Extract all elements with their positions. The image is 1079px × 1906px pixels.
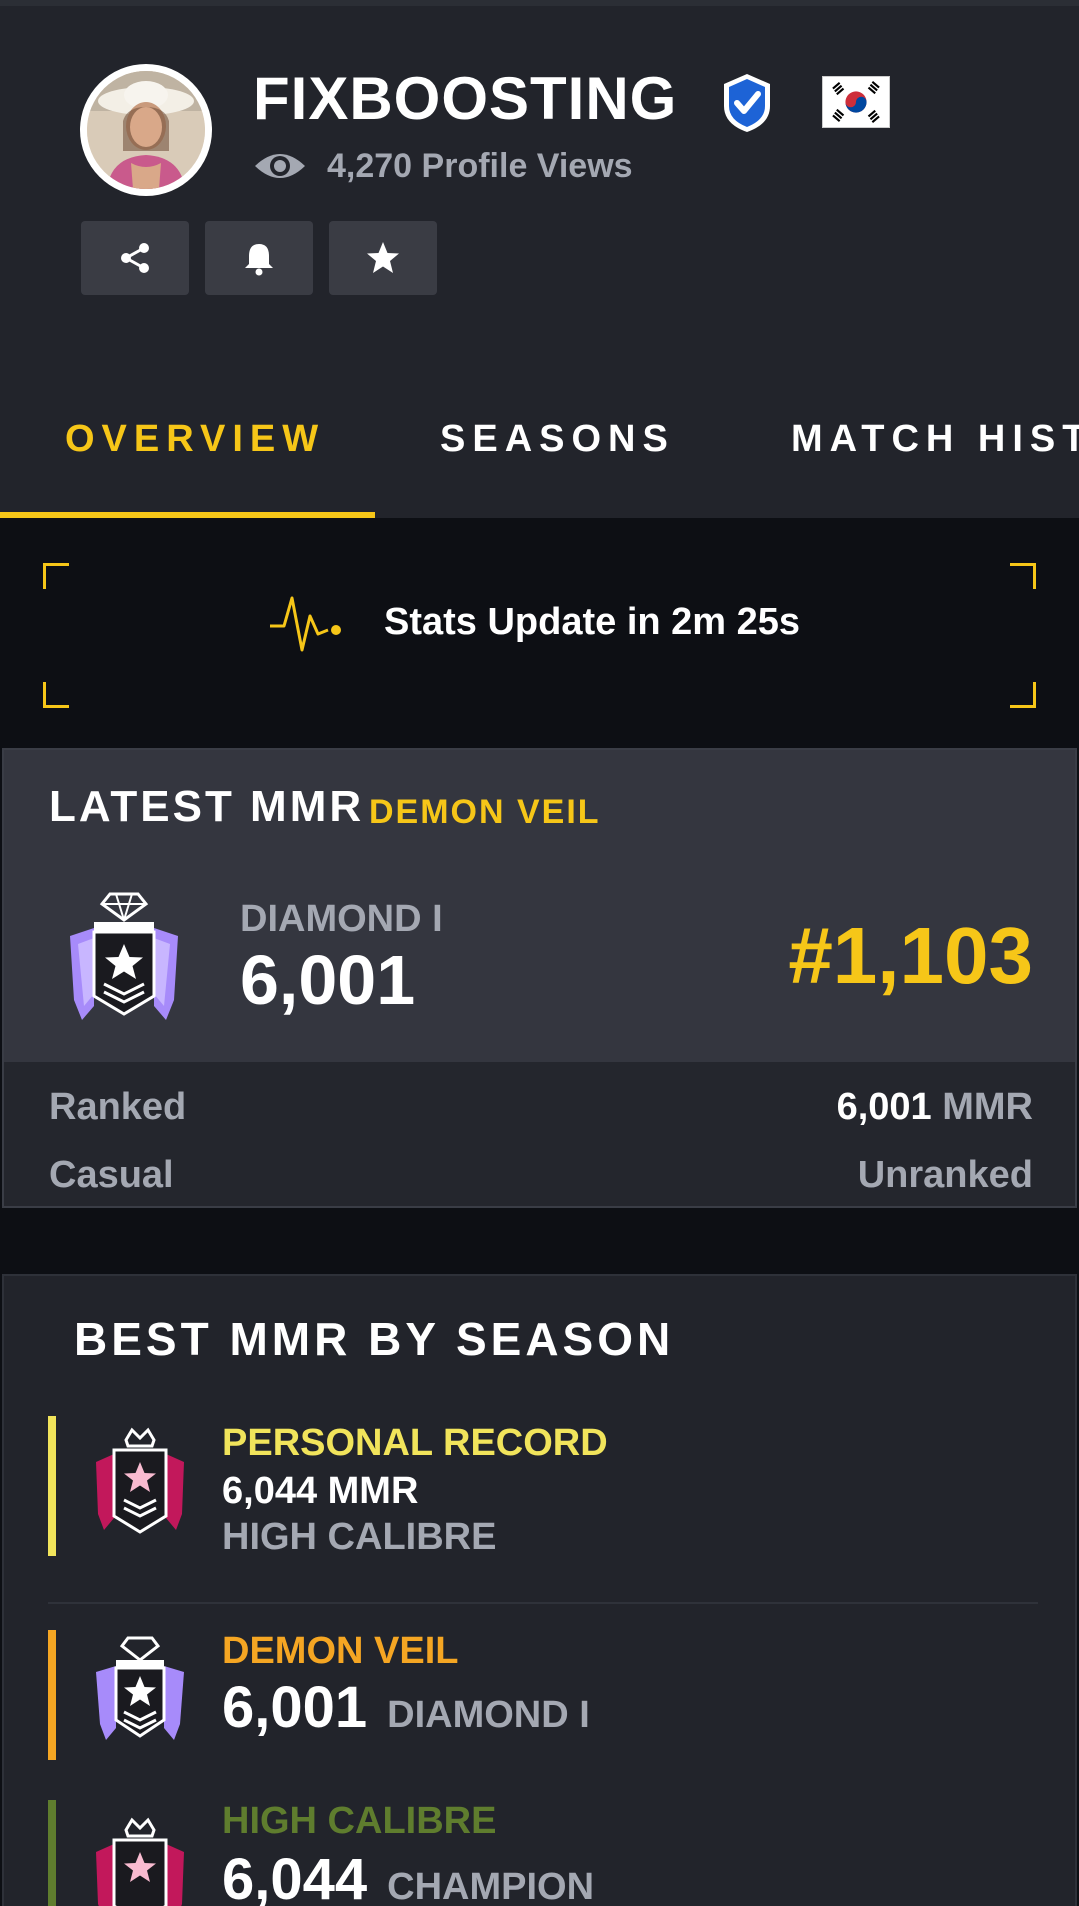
bell-icon — [245, 244, 273, 276]
stats-update-banner: Stats Update in 2m 25s — [0, 518, 1079, 748]
frame-corner — [1010, 563, 1036, 589]
share-icon — [121, 243, 149, 273]
season-name: DEMON VEIL — [222, 1630, 459, 1672]
season-rank: DIAMOND I — [387, 1694, 590, 1736]
mode-casual-label: Casual — [49, 1154, 174, 1196]
follow-notifications-button[interactable] — [205, 221, 313, 295]
verified-badge-icon — [724, 74, 770, 132]
best-mmr-title: BEST MMR BY SEASON — [74, 1313, 675, 1365]
list-item[interactable]: DEMON VEIL 6,001 DIAMOND I — [48, 1630, 1038, 1762]
share-button[interactable] — [81, 221, 189, 295]
frame-corner — [43, 563, 69, 589]
star-icon — [367, 242, 399, 273]
champion-rank-icon — [96, 1427, 184, 1534]
frame-corner — [1010, 682, 1036, 708]
season-rank: CHAMPION — [387, 1866, 595, 1906]
south-korea-flag-icon — [822, 76, 890, 128]
latest-mmr-title: LATEST MMR — [49, 782, 365, 831]
profile-views: 4,270 Profile Views — [253, 144, 633, 188]
best-mmr-card: BEST MMR BY SEASON PERSONAL RECORD 6,044… — [2, 1274, 1077, 1906]
stats-update-text: Stats Update in 2m 25s — [384, 600, 801, 643]
latest-mmr-card: LATEST MMR DEMON VEIL DIAMOND I 6,001 #1… — [2, 748, 1077, 1208]
divider — [48, 1602, 1038, 1604]
latest-mmr-header: LATEST MMR DEMON VEIL DIAMOND I 6,001 #1… — [4, 750, 1075, 1062]
diamond-rank-icon — [70, 892, 178, 1020]
username: FIXBOOSTING — [253, 65, 678, 132]
champion-rank-icon — [96, 1817, 184, 1906]
rank-mmr: 6,001 — [240, 941, 416, 1019]
ranked-mmr-value: 6,001 — [836, 1086, 932, 1128]
profile-header: FIXBOOSTING 4,270 Profile Views — [0, 6, 1079, 380]
tab-match-history[interactable]: MATCH HIST — [791, 418, 1079, 461]
leaderboard-position: #1,103 — [788, 911, 1033, 1000]
season-rank: HIGH CALIBRE — [222, 1516, 497, 1558]
list-item[interactable]: HIGH CALIBRE 6,044 CHAMPION — [48, 1800, 1038, 1906]
season-name: PERSONAL RECORD — [222, 1422, 608, 1464]
tab-overview[interactable]: OVERVIEW — [65, 418, 325, 461]
avatar-photo — [87, 71, 205, 189]
pulse-icon — [270, 596, 341, 652]
latest-mmr-season: DEMON VEIL — [369, 793, 601, 831]
mode-ranked-label: Ranked — [49, 1086, 187, 1128]
mode-casual-value: Unranked — [857, 1154, 1033, 1196]
views-count: 4,270 — [327, 146, 413, 185]
eye-icon — [255, 154, 305, 178]
season-mmr: 6,001 DIAMOND I — [222, 1674, 590, 1741]
season-color-bar — [48, 1800, 56, 1906]
season-mmr-value: 6,001 — [222, 1675, 368, 1740]
avatar[interactable] — [80, 64, 212, 196]
tab-bar: OVERVIEW SEASONS MATCH HIST — [0, 380, 1079, 518]
season-color-bar — [48, 1630, 56, 1760]
views-label: Profile Views — [421, 146, 633, 185]
list-item[interactable]: PERSONAL RECORD 6,044 MMR HIGH CALIBRE — [48, 1416, 1038, 1566]
ranked-mmr-unit: MMR — [942, 1086, 1033, 1128]
favorite-button[interactable] — [329, 221, 437, 295]
season-mmr: 6,044 CHAMPION — [222, 1846, 594, 1906]
mode-ranked-value: 6,001 MMR — [837, 1086, 1033, 1129]
diamond-rank-icon — [96, 1636, 184, 1740]
season-name: HIGH CALIBRE — [222, 1800, 497, 1842]
tab-seasons[interactable]: SEASONS — [440, 418, 675, 461]
frame-corner — [43, 682, 69, 708]
season-mmr: 6,044 MMR — [222, 1470, 419, 1512]
season-mmr-value: 6,044 — [222, 1847, 368, 1906]
season-color-bar — [48, 1416, 56, 1556]
rank-name: DIAMOND I — [240, 898, 443, 940]
